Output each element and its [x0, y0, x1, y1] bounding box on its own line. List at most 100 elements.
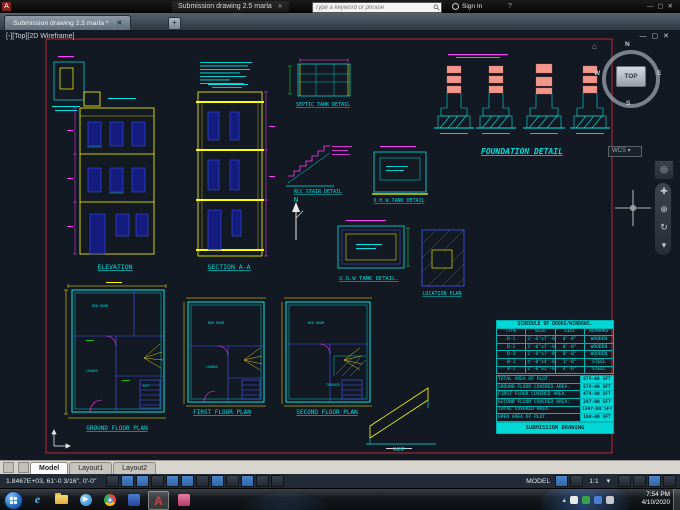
- table-cell: WOODEN: [583, 342, 615, 352]
- annotation-visibility-icon[interactable]: [570, 475, 584, 487]
- column-header: SIZE: [525, 327, 556, 337]
- chrome-icon[interactable]: [100, 491, 119, 508]
- close-icon[interactable]: ✕: [663, 33, 674, 40]
- clean-screen-icon[interactable]: [663, 475, 676, 487]
- viewcube-east[interactable]: E: [657, 70, 661, 77]
- object-snap-tracking-toggle[interactable]: [211, 475, 225, 487]
- hardware-acceleration-icon[interactable]: [633, 475, 646, 487]
- wcs-dropdown[interactable]: WCS ▾: [608, 146, 642, 157]
- polar-tracking-toggle[interactable]: [166, 475, 180, 487]
- file-tab-bar: Submission drawing 2.5 marla * ✕ +: [0, 13, 680, 31]
- windows-logo-icon: [10, 497, 17, 504]
- object-snap-toggle[interactable]: [181, 475, 195, 487]
- document-tab[interactable]: Submission drawing 2.5 marla * ✕: [4, 15, 132, 31]
- workspace-switching-icon[interactable]: [618, 475, 631, 487]
- zoom-icon[interactable]: ⊕: [655, 201, 673, 219]
- table-cell: 297-00 SFT: [580, 397, 614, 407]
- column-detail-drawing: [52, 56, 85, 111]
- app-icon[interactable]: A: [2, 2, 11, 11]
- navigation-wheel-icon[interactable]: ◎: [654, 160, 674, 180]
- antivirus-icon[interactable]: [582, 495, 590, 504]
- search-input[interactable]: [313, 4, 433, 11]
- volume-icon[interactable]: [606, 495, 614, 504]
- window-controls: —▢✕: [647, 1, 677, 12]
- viewcube-north[interactable]: N: [625, 41, 630, 48]
- tray-expand-icon[interactable]: ▴: [562, 496, 566, 504]
- grid-display-toggle[interactable]: [136, 475, 150, 487]
- viewcube-west[interactable]: W: [594, 70, 600, 77]
- navbar-menu-icon[interactable]: ▾: [655, 237, 673, 255]
- autocad-application-window: A Submission drawing 2.5 marla✕ Sign In …: [0, 0, 680, 510]
- crosshair-cursor: [615, 190, 651, 226]
- label-first-floor: FIRST FLOOR PLAN: [193, 409, 251, 416]
- sign-in-button[interactable]: Sign In: [452, 1, 482, 12]
- network-icon[interactable]: [594, 495, 602, 504]
- infer-constraints-toggle[interactable]: [106, 475, 120, 487]
- help-icon[interactable]: ?: [508, 1, 512, 12]
- language-indicator-icon[interactable]: [570, 495, 578, 504]
- model-space-indicator[interactable]: MODEL: [526, 478, 550, 485]
- viewcube[interactable]: ⌂ N W E S TOP: [592, 41, 664, 114]
- table-cell: 4'-0"x4'-6": [525, 357, 556, 367]
- table-cell: 0'-0": [554, 350, 585, 359]
- snap-mode-toggle[interactable]: [121, 475, 135, 487]
- close-icon[interactable]: ✕: [668, 3, 677, 10]
- autocad-taskbar-icon[interactable]: A: [148, 491, 169, 510]
- viewcube-top-face[interactable]: TOP: [616, 66, 646, 87]
- lineweight-toggle[interactable]: [256, 475, 270, 487]
- maximize-icon[interactable]: ▢: [657, 3, 667, 10]
- layout-grid-icon[interactable]: [18, 462, 29, 473]
- minimize-icon[interactable]: —: [640, 33, 652, 40]
- annotation-scale[interactable]: 1:1 ▾: [586, 477, 613, 485]
- elevation-drawing: [67, 91, 155, 255]
- app-title-tab[interactable]: Submission drawing 2.5 marla ✕: [172, 1, 289, 12]
- table-cell: GROUND FLOOR COVERED AREA.: [496, 382, 581, 392]
- paint-icon[interactable]: [174, 491, 193, 508]
- ucs-icon: [51, 429, 71, 449]
- viewcube-home-icon[interactable]: ⌂: [592, 42, 597, 51]
- room-label: TERRACE: [326, 383, 340, 387]
- pdf-reader-icon[interactable]: [198, 491, 217, 508]
- viewport-controls[interactable]: [-][Top][2D Wireframe]: [6, 33, 74, 40]
- label-stair-detail: RCC STAIR DETAIL: [294, 189, 342, 195]
- dynamic-input-toggle[interactable]: [241, 475, 255, 487]
- restore-icon[interactable]: ▢: [652, 33, 664, 40]
- table-cell: 2'-6"x7'-0": [525, 350, 556, 359]
- taskbar-clock[interactable]: 7:54 PM 4/10/2020: [642, 491, 670, 507]
- transparency-toggle[interactable]: [271, 475, 285, 487]
- minimize-icon[interactable]: —: [647, 3, 658, 10]
- search-icon[interactable]: [433, 4, 440, 11]
- table-row: V-1 2'-0"x1'-6" 4'-6" STEEL: [495, 365, 615, 375]
- layout-list-icon[interactable]: [3, 462, 14, 473]
- word-icon[interactable]: [124, 491, 143, 508]
- show-desktop-button[interactable]: [673, 489, 680, 510]
- status-bar-right: MODEL 1:1 ▾: [523, 475, 676, 487]
- viewcube-south[interactable]: S: [626, 100, 630, 107]
- isolate-objects-icon[interactable]: [648, 475, 661, 487]
- label-north: N: [294, 196, 298, 204]
- table-cell: D-2: [495, 342, 527, 352]
- quick-view-layouts-icon[interactable]: [555, 475, 569, 487]
- file-explorer-icon[interactable]: [52, 491, 71, 508]
- tab-close-icon[interactable]: ✕: [117, 20, 123, 27]
- status-bar: 1.8467E+03, 61'-0 3/16", 0'-0" MODEL 1:1…: [0, 474, 680, 488]
- room-label: BED ROOM: [308, 321, 324, 325]
- table-cell: 676-00 SFT: [580, 375, 614, 384]
- 3d-object-snap-toggle[interactable]: [196, 475, 210, 487]
- clock-time: 7:54 PM: [646, 491, 670, 498]
- table-cell: 4'-6": [554, 365, 585, 375]
- dynamic-ucs-toggle[interactable]: [226, 475, 240, 487]
- label-section: SECTION A-A: [207, 263, 250, 271]
- start-button[interactable]: [4, 491, 23, 510]
- new-tab-button[interactable]: +: [168, 17, 181, 30]
- pan-icon[interactable]: ✚: [655, 183, 673, 201]
- ortho-mode-toggle[interactable]: [151, 475, 165, 487]
- drawing-canvas[interactable]: ELEVATION SECTION A-A SEPTIC TANK DETAIL…: [0, 30, 680, 460]
- media-player-icon[interactable]: ▶: [76, 491, 95, 508]
- close-icon[interactable]: ✕: [278, 4, 283, 10]
- label-second-floor: SECOND FLOOR PLAN: [296, 409, 358, 416]
- table-row: FIRST FLOOR COVERED AREA. 474-00 SFT: [496, 390, 614, 399]
- internet-explorer-icon[interactable]: e: [28, 491, 47, 508]
- table-row: D-3 2'-6"x7'-0" 0'-0" WOODEN: [495, 350, 615, 359]
- orbit-icon[interactable]: ↻: [655, 219, 673, 237]
